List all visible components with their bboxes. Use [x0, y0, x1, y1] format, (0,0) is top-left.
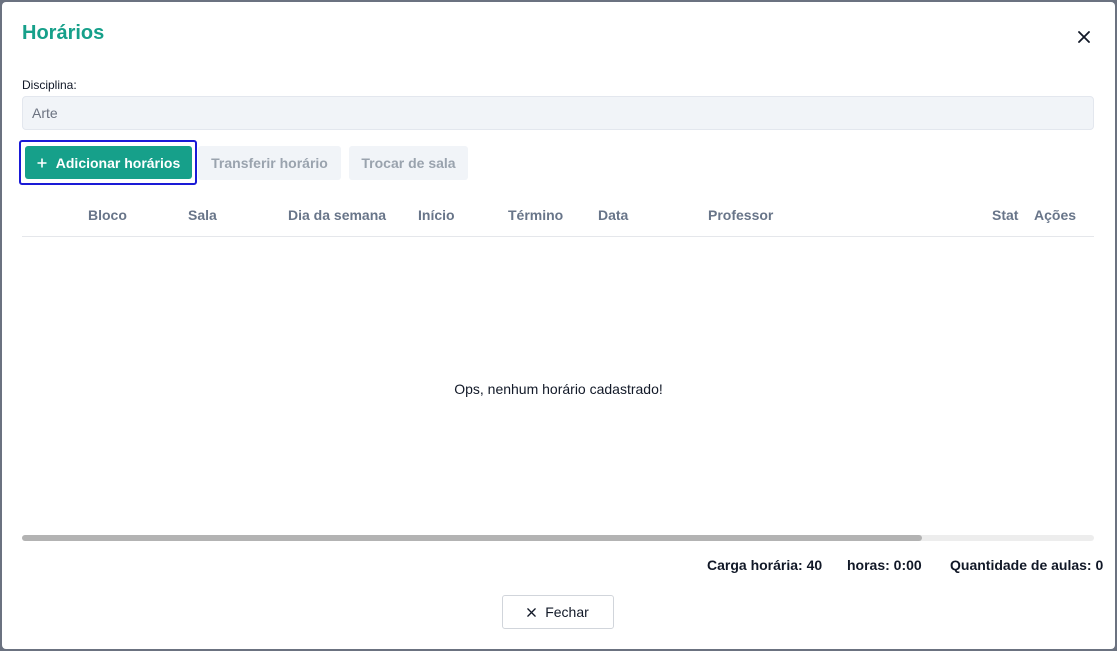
close-modal-label: Fechar — [545, 604, 589, 620]
table-header-divider — [22, 236, 1094, 237]
modal-title: Horários — [22, 22, 105, 44]
close-icon — [1078, 31, 1090, 43]
horizontal-scrollbar[interactable] — [22, 535, 1094, 541]
column-header-start: Início — [418, 207, 455, 223]
workload-text: Carga horária: 40 — [707, 557, 823, 573]
close-icon — [527, 607, 536, 617]
scrollbar-thumb[interactable] — [22, 535, 923, 541]
discipline-label: Disciplina: — [22, 78, 77, 92]
column-header-block: Bloco — [88, 207, 127, 223]
hours-text: horas: 0:00 — [847, 557, 922, 573]
plus-icon — [37, 158, 47, 167]
column-header-status: Stat — [992, 207, 1019, 223]
discipline-field[interactable]: Arte — [22, 96, 1094, 130]
column-header-actions: Ações — [1034, 207, 1077, 223]
schedule-modal: Horários Disciplina: Arte Adicionar horá… — [2, 2, 1115, 649]
add-schedule-label: Adicionar horários — [55, 154, 181, 171]
column-header-date: Data — [598, 207, 629, 223]
close-modal-button[interactable]: Fechar — [502, 595, 614, 629]
add-schedule-button[interactable]: Adicionar horários — [25, 146, 192, 179]
add-schedule-focus-ring: Adicionar horários — [19, 140, 197, 185]
column-header-room: Sala — [188, 207, 217, 223]
column-header-weekday: Dia da semana — [288, 207, 387, 223]
empty-table-message: Ops, nenhum horário cadastrado! — [454, 381, 663, 397]
column-header-end: Término — [508, 207, 564, 223]
swap-room-button[interactable]: Trocar de sala — [349, 146, 468, 180]
column-header-teacher: Professor — [708, 207, 774, 223]
transfer-schedule-button[interactable]: Transferir horário — [198, 146, 341, 180]
lesson-count-text: Quantidade de aulas: 0 — [950, 557, 1104, 573]
modal-close-button[interactable] — [1074, 27, 1094, 47]
